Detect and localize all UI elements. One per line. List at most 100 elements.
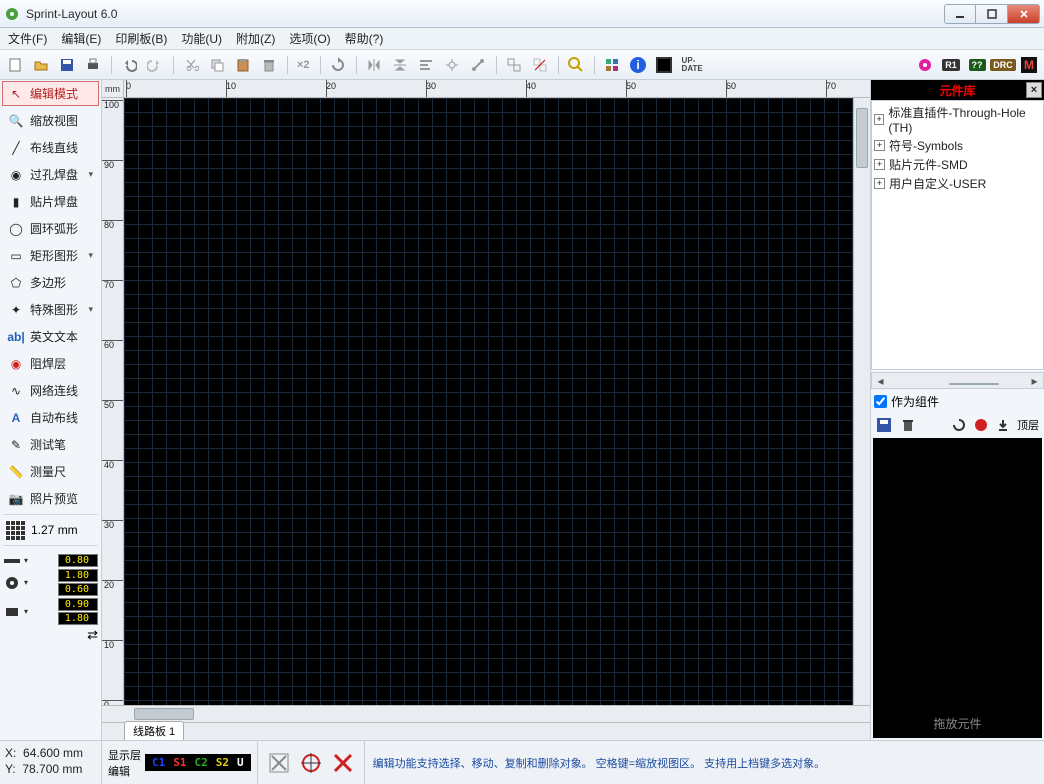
menu-pcb[interactable]: 印刷板(B) xyxy=(109,28,173,49)
expand-icon[interactable]: + xyxy=(874,159,885,170)
menu-file[interactable]: 文件(F) xyxy=(2,28,53,49)
autoroute-icon: A xyxy=(8,411,24,425)
download-component-icon[interactable] xyxy=(995,417,1011,433)
tool-text[interactable]: ab|英文文本 xyxy=(2,324,99,349)
cut-icon[interactable] xyxy=(180,54,202,76)
align-icon[interactable] xyxy=(415,54,437,76)
tree-node[interactable]: +标准直插件-Through-Hole (TH) xyxy=(874,103,1041,136)
separator xyxy=(284,54,290,76)
group-icon[interactable] xyxy=(503,54,525,76)
vertical-ruler[interactable]: 1009080706050403020100 xyxy=(102,98,124,705)
layer-chip[interactable]: C1 xyxy=(148,756,169,769)
scroll-right-icon[interactable]: ▸ xyxy=(1026,374,1043,388)
scroll-thumb[interactable] xyxy=(856,108,868,168)
mirror-h-icon[interactable] xyxy=(363,54,385,76)
rotate-component-icon[interactable] xyxy=(951,417,967,433)
layer-chips[interactable]: C1S1C2S2U xyxy=(145,754,251,771)
tree-node[interactable]: +用户自定义-USER xyxy=(874,174,1041,193)
as-component-checkbox[interactable] xyxy=(874,395,887,408)
help-badge[interactable]: ?? xyxy=(966,54,988,76)
tool-zoom[interactable]: 🔍缩放视图 xyxy=(2,108,99,133)
remove-net-icon[interactable] xyxy=(467,54,489,76)
open-icon[interactable] xyxy=(30,54,52,76)
snap-icon[interactable] xyxy=(441,54,463,76)
tree-node[interactable]: +贴片元件-SMD xyxy=(874,155,1041,174)
layer-chip[interactable]: S2 xyxy=(212,756,233,769)
save-icon[interactable] xyxy=(56,54,78,76)
drc-badge[interactable]: DRC xyxy=(992,54,1014,76)
close-panel-button[interactable]: × xyxy=(1026,82,1042,98)
undo-icon[interactable] xyxy=(118,54,140,76)
update-icon[interactable]: UP- DATE xyxy=(679,54,706,76)
r1-badge[interactable]: R1 xyxy=(940,54,962,76)
tool-poly[interactable]: ⬠多边形 xyxy=(2,270,99,295)
print-icon[interactable] xyxy=(82,54,104,76)
expand-icon[interactable]: + xyxy=(874,140,885,151)
transparent-icon[interactable] xyxy=(601,54,623,76)
minimize-button[interactable] xyxy=(944,4,976,24)
tool-testpen[interactable]: ✎测试笔 xyxy=(2,432,99,457)
tool-measure[interactable]: 📏测量尺 xyxy=(2,459,99,484)
no-cross-icon[interactable] xyxy=(332,752,354,774)
tool-autoroute[interactable]: A自动布线 xyxy=(2,405,99,430)
menu-edit[interactable]: 编辑(E) xyxy=(55,28,107,49)
save-component-icon[interactable] xyxy=(876,417,892,433)
param-swap[interactable]: ⇄ xyxy=(3,627,98,643)
paste-icon[interactable] xyxy=(232,54,254,76)
copy-icon[interactable] xyxy=(206,54,228,76)
scroll-thumb[interactable] xyxy=(949,383,999,385)
delete-icon[interactable] xyxy=(258,54,280,76)
vertical-scrollbar[interactable] xyxy=(853,98,870,705)
tree-node[interactable]: +符号-Symbols xyxy=(874,136,1041,155)
ungroup-icon[interactable] xyxy=(529,54,551,76)
tool-pad[interactable]: ◉过孔焊盘▾ xyxy=(2,162,99,187)
redo-icon[interactable] xyxy=(144,54,166,76)
scroll-thumb[interactable] xyxy=(134,708,194,720)
library-tree[interactable]: +标准直插件-Through-Hole (TH)+符号-Symbols+贴片元件… xyxy=(871,100,1044,370)
mirror-v-icon[interactable] xyxy=(389,54,411,76)
delete-component-icon[interactable] xyxy=(900,417,916,433)
origin-icon[interactable] xyxy=(300,752,322,774)
maximize-button[interactable] xyxy=(976,4,1008,24)
layer-chip[interactable]: U xyxy=(233,756,248,769)
tool-smd[interactable]: ▮贴片焊盘 xyxy=(2,189,99,214)
tool-special[interactable]: ✦特殊图形▾ xyxy=(2,297,99,322)
tree-hscroll[interactable]: ◂ ▸ xyxy=(871,372,1044,389)
grid-setting[interactable]: 1.27 mm xyxy=(0,517,101,543)
expand-icon[interactable]: + xyxy=(874,178,885,189)
menu-opt[interactable]: 选项(O) xyxy=(283,28,336,49)
tool-editmode[interactable]: ↖编辑模式 xyxy=(2,81,99,106)
scroll-left-icon[interactable]: ◂ xyxy=(872,374,889,388)
new-icon[interactable] xyxy=(4,54,26,76)
measure-icon[interactable] xyxy=(653,54,675,76)
macro-icon[interactable]: M xyxy=(1018,54,1040,76)
info-icon[interactable]: i xyxy=(627,54,649,76)
tool-mask[interactable]: ◉阻焊层 xyxy=(2,351,99,376)
tool-photo[interactable]: 📷照片预览 xyxy=(2,486,99,511)
menu-add[interactable]: 附加(Z) xyxy=(230,28,281,49)
sheet-tab[interactable]: 线路板 1 xyxy=(124,721,184,740)
param-pad[interactable]: ▾ 1.80 0.60 xyxy=(3,569,98,596)
menu-help[interactable]: 帮助(?) xyxy=(339,28,390,49)
menu-func[interactable]: 功能(U) xyxy=(175,28,228,49)
horizontal-scrollbar[interactable] xyxy=(102,705,870,722)
param-width[interactable]: ▾ 0.80 xyxy=(3,554,98,567)
record-icon[interactable] xyxy=(914,54,936,76)
record-component-icon[interactable] xyxy=(973,417,989,433)
param-smd[interactable]: ▾ 0.90 1.80 xyxy=(3,598,98,625)
zoom-icon[interactable] xyxy=(565,54,587,76)
layer-chip[interactable]: C2 xyxy=(191,756,212,769)
mirror-view-icon[interactable] xyxy=(268,752,290,774)
horizontal-ruler[interactable]: 010203040506070 xyxy=(124,80,870,98)
close-button[interactable] xyxy=(1008,4,1040,24)
rotate-icon[interactable] xyxy=(327,54,349,76)
tool-line[interactable]: ╱布线直线 xyxy=(2,135,99,160)
pcb-canvas[interactable] xyxy=(124,98,853,705)
tool-rect[interactable]: ▭矩形图形▾ xyxy=(2,243,99,268)
tool-arc[interactable]: ◯圆环弧形 xyxy=(2,216,99,241)
layer-chip[interactable]: S1 xyxy=(169,756,190,769)
expand-icon[interactable]: + xyxy=(874,114,884,125)
duplicate-icon[interactable]: ×2 xyxy=(294,54,313,76)
component-drop-area[interactable]: 拖放元件 xyxy=(873,438,1042,738)
tool-net[interactable]: ∿网络连线 xyxy=(2,378,99,403)
